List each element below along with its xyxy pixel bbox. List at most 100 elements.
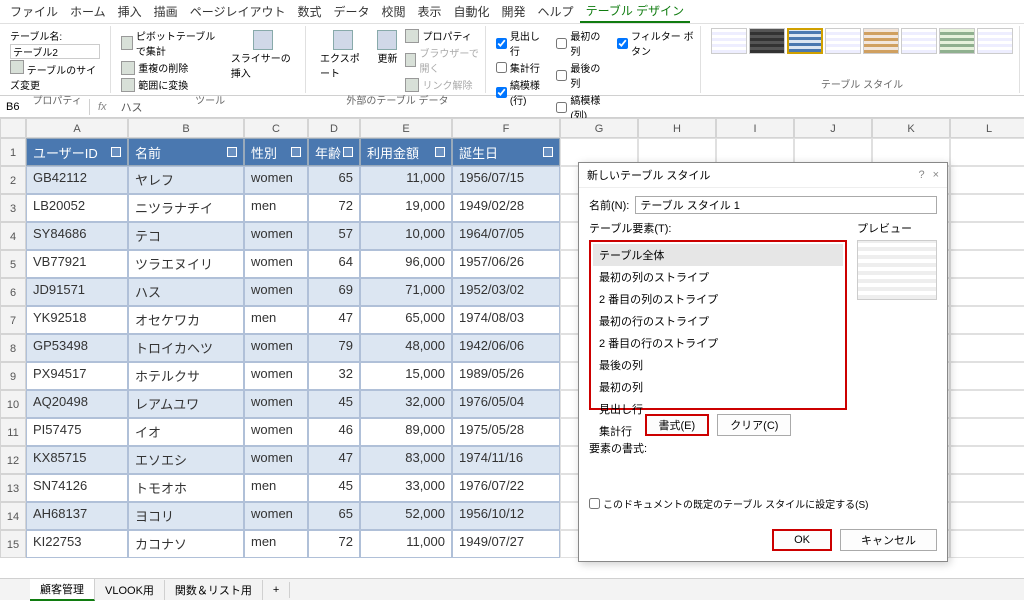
- data-cell[interactable]: 47: [308, 306, 360, 334]
- data-cell[interactable]: KI22753: [26, 530, 128, 558]
- menu-pagelayout[interactable]: ページレイアウト: [184, 1, 292, 22]
- open-browser[interactable]: ブラウザーで開く: [405, 45, 478, 75]
- data-cell[interactable]: PX94517: [26, 362, 128, 390]
- row-header[interactable]: 8: [0, 334, 26, 362]
- data-cell[interactable]: 1942/06/06: [452, 334, 560, 362]
- table-column-header[interactable]: 年齢: [308, 138, 360, 166]
- data-cell[interactable]: 1989/05/26: [452, 362, 560, 390]
- table-column-header[interactable]: ユーザーID: [26, 138, 128, 166]
- row-header[interactable]: 2: [0, 166, 26, 194]
- col-header[interactable]: D: [308, 118, 360, 138]
- data-cell[interactable]: ツラエヌイリ: [128, 250, 244, 278]
- empty-cell[interactable]: [950, 474, 1024, 502]
- table-style-gallery[interactable]: [711, 28, 1013, 54]
- data-cell[interactable]: 10,000: [360, 222, 452, 250]
- filter-dropdown-icon[interactable]: [227, 147, 237, 157]
- row-header[interactable]: 11: [0, 418, 26, 446]
- slicer-button[interactable]: スライサーの挿入: [227, 28, 299, 82]
- col-header[interactable]: K: [872, 118, 950, 138]
- data-cell[interactable]: 1956/07/15: [452, 166, 560, 194]
- select-all-corner[interactable]: [0, 118, 26, 138]
- style-swatch[interactable]: [711, 28, 747, 54]
- new-sheet-button[interactable]: +: [263, 582, 290, 598]
- data-cell[interactable]: 1956/10/12: [452, 502, 560, 530]
- data-cell[interactable]: women: [244, 390, 308, 418]
- chk-last-col[interactable]: 最後の列: [556, 60, 607, 90]
- style-swatch[interactable]: [977, 28, 1013, 54]
- row-header[interactable]: 7: [0, 306, 26, 334]
- filter-dropdown-icon[interactable]: [343, 147, 353, 157]
- data-cell[interactable]: 15,000: [360, 362, 452, 390]
- table-column-header[interactable]: 利用金額: [360, 138, 452, 166]
- data-cell[interactable]: エソエシ: [128, 446, 244, 474]
- data-cell[interactable]: 1976/05/04: [452, 390, 560, 418]
- data-cell[interactable]: 65,000: [360, 306, 452, 334]
- chk-total-row[interactable]: 集計行: [496, 60, 547, 75]
- filter-dropdown-icon[interactable]: [435, 147, 445, 157]
- fx-icon[interactable]: fx: [90, 101, 115, 113]
- col-header[interactable]: H: [638, 118, 716, 138]
- empty-cell[interactable]: [950, 362, 1024, 390]
- data-cell[interactable]: 11,000: [360, 530, 452, 558]
- data-cell[interactable]: オセケワカ: [128, 306, 244, 334]
- col-header[interactable]: G: [560, 118, 638, 138]
- ext-props[interactable]: プロパティ: [405, 28, 478, 43]
- menu-home[interactable]: ホーム: [64, 1, 112, 22]
- data-cell[interactable]: 45: [308, 474, 360, 502]
- style-swatch[interactable]: [825, 28, 861, 54]
- menu-view[interactable]: 表示: [412, 1, 448, 22]
- menu-file[interactable]: ファイル: [4, 1, 64, 22]
- data-cell[interactable]: 64: [308, 250, 360, 278]
- menu-tabledesign[interactable]: テーブル デザイン: [580, 0, 691, 23]
- data-cell[interactable]: 72: [308, 194, 360, 222]
- data-cell[interactable]: 65: [308, 502, 360, 530]
- col-header[interactable]: L: [950, 118, 1024, 138]
- data-cell[interactable]: men: [244, 306, 308, 334]
- data-cell[interactable]: 46: [308, 418, 360, 446]
- data-cell[interactable]: VB77921: [26, 250, 128, 278]
- row-header[interactable]: 10: [0, 390, 26, 418]
- data-cell[interactable]: 79: [308, 334, 360, 362]
- data-cell[interactable]: 1975/05/28: [452, 418, 560, 446]
- data-cell[interactable]: イオ: [128, 418, 244, 446]
- data-cell[interactable]: women: [244, 362, 308, 390]
- data-cell[interactable]: 72: [308, 530, 360, 558]
- table-element-item[interactable]: 最初の列: [593, 376, 843, 398]
- col-header[interactable]: A: [26, 118, 128, 138]
- data-cell[interactable]: GB42112: [26, 166, 128, 194]
- col-header[interactable]: B: [128, 118, 244, 138]
- data-cell[interactable]: YK92518: [26, 306, 128, 334]
- empty-cell[interactable]: [950, 390, 1024, 418]
- chk-banded-rows[interactable]: 縞模様 (行): [496, 77, 547, 107]
- data-cell[interactable]: JD91571: [26, 278, 128, 306]
- data-cell[interactable]: 71,000: [360, 278, 452, 306]
- menu-review[interactable]: 校閲: [375, 1, 411, 22]
- formula-bar[interactable]: ハス: [115, 97, 149, 117]
- data-cell[interactable]: women: [244, 418, 308, 446]
- table-column-header[interactable]: 名前: [128, 138, 244, 166]
- data-cell[interactable]: ヤレフ: [128, 166, 244, 194]
- row-header[interactable]: 4: [0, 222, 26, 250]
- empty-cell[interactable]: [950, 138, 1024, 166]
- help-icon[interactable]: ?: [918, 169, 924, 181]
- pivot-button[interactable]: ピボットテーブルで集計: [121, 28, 222, 58]
- table-column-header[interactable]: 性別: [244, 138, 308, 166]
- data-cell[interactable]: 65: [308, 166, 360, 194]
- convert-range-button[interactable]: 範囲に変換: [121, 77, 222, 92]
- data-cell[interactable]: men: [244, 530, 308, 558]
- empty-cell[interactable]: [950, 530, 1024, 558]
- data-cell[interactable]: 19,000: [360, 194, 452, 222]
- empty-cell[interactable]: [950, 446, 1024, 474]
- data-cell[interactable]: PI57475: [26, 418, 128, 446]
- style-swatch[interactable]: [901, 28, 937, 54]
- empty-cell[interactable]: [950, 334, 1024, 362]
- empty-cell[interactable]: [950, 306, 1024, 334]
- row-header[interactable]: 1: [0, 138, 26, 166]
- row-header[interactable]: 6: [0, 278, 26, 306]
- data-cell[interactable]: 11,000: [360, 166, 452, 194]
- style-name-input[interactable]: [635, 196, 937, 214]
- table-element-item[interactable]: 最初の列のストライプ: [593, 266, 843, 288]
- data-cell[interactable]: 96,000: [360, 250, 452, 278]
- export-button[interactable]: エクスポート: [316, 28, 369, 82]
- col-header[interactable]: C: [244, 118, 308, 138]
